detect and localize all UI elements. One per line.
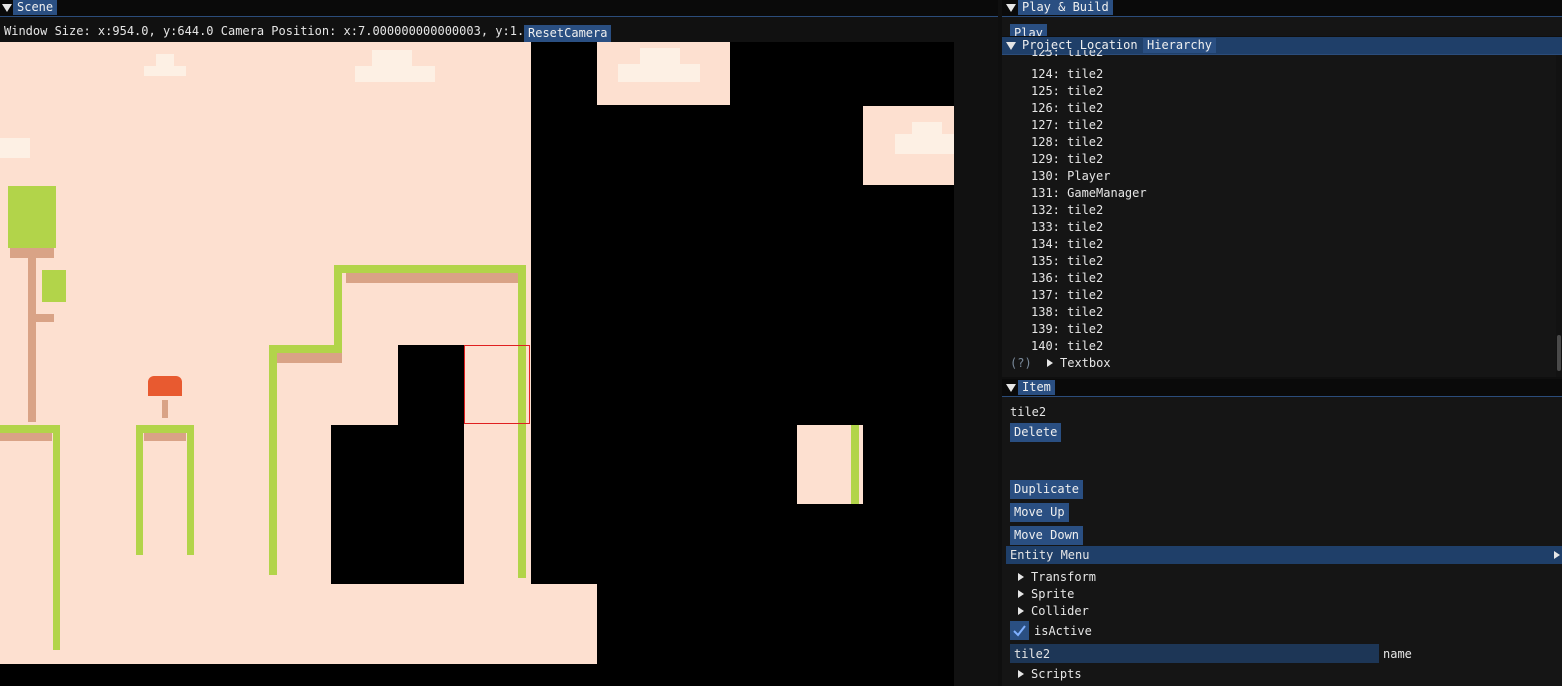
list-item[interactable]: 129: tile2 [1031,152,1103,166]
cloud [156,54,174,66]
list-item[interactable]: 132: tile2 [1031,203,1103,217]
tree-leaf [42,270,66,302]
grass-wall [136,425,143,555]
list-item[interactable]: 130: Player [1031,169,1110,183]
help-marker[interactable]: (?) [1010,356,1032,370]
tab-hierarchy[interactable]: Hierarchy [1143,38,1217,53]
scrollbar-thumb[interactable] [1557,335,1561,371]
mushroom [148,376,182,396]
cloud [355,66,435,82]
scripts-node[interactable]: Scripts [1031,667,1082,681]
scripts-expand-icon[interactable] [1018,670,1024,678]
tree-canopy [8,186,56,248]
is-active-label: isActive [1034,624,1092,638]
tree-canopy-base [10,248,54,258]
list-item[interactable]: 127: tile2 [1031,118,1103,132]
item-tab[interactable]: Item [1018,380,1055,395]
list-item[interactable]: 139: tile2 [1031,322,1103,336]
grass-top [136,425,194,433]
textbox-node[interactable]: Textbox [1060,356,1111,370]
play-button[interactable]: Play [1010,24,1047,36]
item-window: Item [1002,379,1562,686]
checkmark-icon [1013,625,1026,637]
item-titlebar: Item [1002,379,1562,397]
scene-window: Scene Window Size: x:954.0, y:644.0 Came… [0,0,998,686]
scene-tab[interactable]: Scene [13,0,58,15]
entity-menu-bar[interactable]: Entity Menu [1006,546,1562,564]
empty-tile [331,425,464,584]
reset-camera-button[interactable]: ResetCamera [524,25,612,42]
scene-titlebar: Scene [0,0,998,17]
selected-entity-name: tile2 [1010,405,1047,419]
grass-wall [269,345,277,575]
list-item[interactable]: 128: tile2 [1031,135,1103,149]
collapse-triangle-icon[interactable] [1006,384,1016,392]
collapse-triangle-icon[interactable] [1006,4,1016,12]
component-collider[interactable]: Collider [1031,604,1089,618]
play-build-titlebar: Play & Build [1002,0,1562,17]
textbox-expand-icon[interactable] [1047,359,1053,367]
list-item[interactable]: 135: tile2 [1031,254,1103,268]
tree-trunk [28,252,36,422]
dirt-strip [144,433,186,441]
tree-branch [34,314,54,322]
selection-box[interactable] [464,345,530,424]
move-up-button[interactable]: Move Up [1010,503,1069,522]
list-item[interactable]: 140: tile2 [1031,339,1103,353]
transform-expand-icon[interactable] [1018,573,1024,581]
list-item[interactable]: 126: tile2 [1031,101,1103,115]
cloud [0,138,30,158]
grass-top [0,425,60,433]
list-item[interactable]: 125: tile2 [1031,84,1103,98]
dirt-strip [276,353,342,363]
cloud [618,64,700,82]
grass-wall [334,265,342,345]
play-build-window: Play & Build Play [1002,0,1562,36]
entity-menu-label: Entity Menu [1010,548,1090,562]
name-field-label: name [1383,647,1412,661]
dirt-strip [0,433,52,441]
list-item[interactable]: 131: GameManager [1031,186,1147,200]
scene-info-text: Window Size: x:954.0, y:644.0 Camera Pos… [4,24,532,38]
list-item[interactable]: 138: tile2 [1031,305,1103,319]
collider-expand-icon[interactable] [1018,607,1024,615]
collapse-triangle-icon[interactable] [1006,42,1016,50]
list-item[interactable]: 136: tile2 [1031,271,1103,285]
grass-wall [187,425,194,555]
dirt-strip [346,273,518,283]
component-transform[interactable]: Transform [1031,570,1096,584]
duplicate-button[interactable]: Duplicate [1010,480,1084,499]
grass-top [340,265,523,273]
grass-top [270,345,342,353]
cloud [895,134,954,154]
move-down-button[interactable]: Move Down [1010,526,1084,545]
list-item[interactable]: 133: tile2 [1031,220,1103,234]
list-item[interactable]: 137: tile2 [1031,288,1103,302]
list-item[interactable]: 123: tile2 [1031,50,1103,60]
list-item[interactable]: 124: tile2 [1031,67,1103,81]
cloud [640,48,680,64]
mushroom-stem [162,400,168,418]
cloud [372,50,412,66]
list-item[interactable]: 134: tile2 [1031,237,1103,251]
grass-wall [53,425,60,650]
entity-menu-arrow-icon [1554,551,1560,559]
name-field[interactable]: tile2 [1010,644,1379,663]
empty-tile [398,345,464,425]
name-field-value: tile2 [1014,647,1051,661]
is-active-checkbox[interactable] [1010,621,1029,640]
collapse-triangle-icon[interactable] [2,4,12,12]
cloud [912,122,942,134]
scene-viewport[interactable] [0,42,954,686]
play-build-tab[interactable]: Play & Build [1018,0,1113,15]
hierarchy-scrollbar[interactable] [1556,55,1562,377]
sprite-expand-icon[interactable] [1018,590,1024,598]
component-sprite[interactable]: Sprite [1031,587,1074,601]
delete-button[interactable]: Delete [1010,423,1062,442]
cloud [144,66,186,76]
grass-edge [851,425,859,504]
sky-region [0,584,597,664]
